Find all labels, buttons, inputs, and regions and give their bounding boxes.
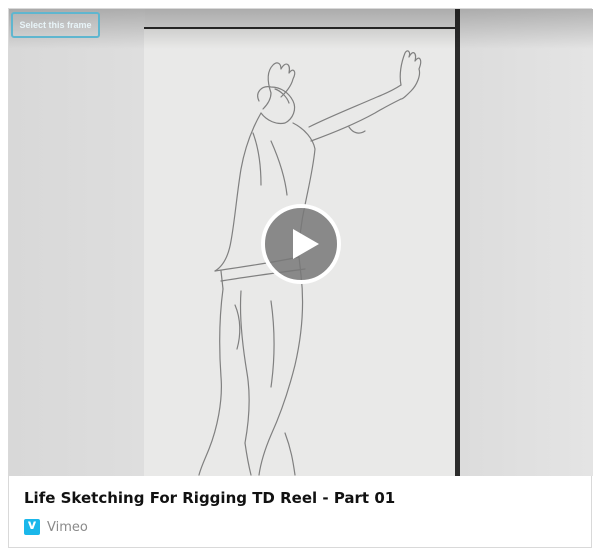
play-icon [293,229,319,259]
select-frame-button[interactable]: Select this frame [11,12,100,38]
video-embed-card: Select this frame Life Sketching For Rig… [8,8,593,548]
video-title[interactable]: Life Sketching For Rigging TD Reel - Par… [24,489,395,507]
vimeo-icon: v [24,518,40,535]
video-source[interactable]: v Vimeo [24,518,88,536]
video-info: Life Sketching For Rigging TD Reel - Par… [9,476,591,547]
source-name: Vimeo [47,519,88,535]
video-thumbnail[interactable]: Select this frame [9,9,593,476]
play-button[interactable] [261,204,341,284]
